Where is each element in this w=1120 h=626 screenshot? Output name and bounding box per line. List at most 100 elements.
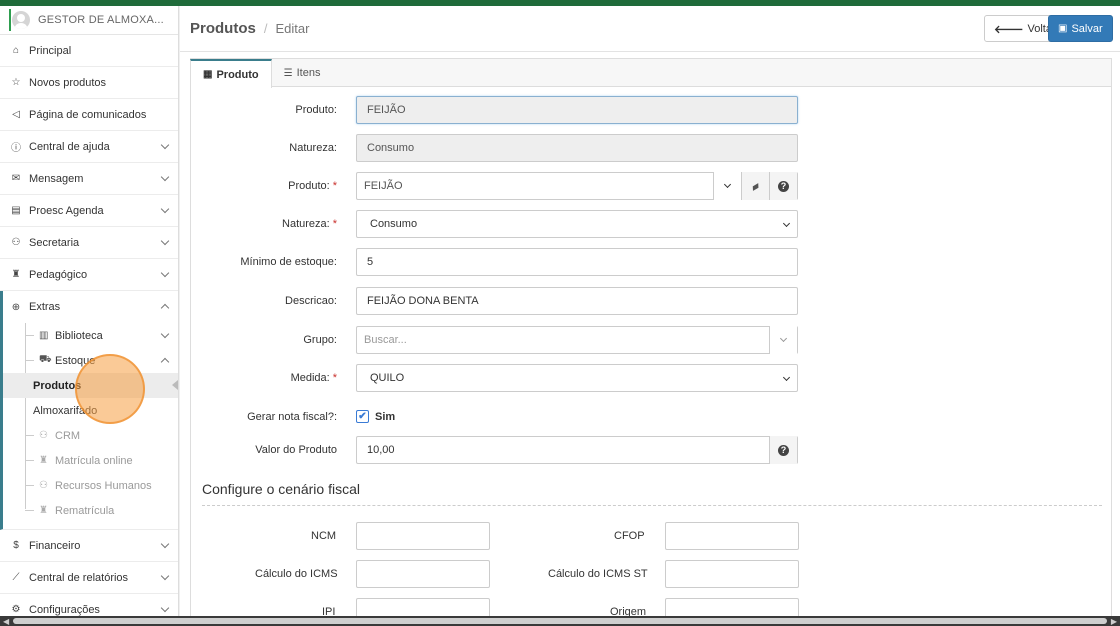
nav-relatorios[interactable]: ⟋ Central de relatórios [0,562,178,594]
nota-fiscal-checkbox[interactable]: ✔ Sim [356,410,395,423]
form-row: Descricao: FEIJÃO DONA BENTA [191,287,1113,315]
nav-almoxarifado[interactable]: Almoxarifado [3,398,178,423]
nav-label: Secretaria [29,236,80,249]
dropdown-toggle[interactable] [769,326,797,354]
nav-matricula-online[interactable]: ♜ Matrícula online [25,448,178,473]
checkmark-icon: ✔ [356,410,369,423]
horizontal-scrollbar[interactable]: ◀ ▶ [0,616,1120,626]
nav-novos-produtos[interactable]: ☆ Novos produtos [0,67,178,99]
nota-fiscal-label: Gerar nota fiscal?: [247,411,337,423]
required-mark: * [332,372,337,384]
user-profile[interactable]: GESTOR DE ALMOXA... [0,6,178,35]
nav-rematricula[interactable]: ♜ Rematrícula [25,498,178,523]
chevron-down-icon [160,571,170,581]
chevron-down-icon [782,373,791,382]
nav-extras[interactable]: ⊕ Extras [3,291,178,323]
save-button[interactable]: ▣ Salvar [1048,15,1113,42]
ncm-input[interactable] [356,522,490,550]
section-divider [202,505,1102,506]
nav-label: Central de relatórios [29,571,129,584]
agenda-icon: ▤ [11,205,21,216]
home-icon: ⌂ [12,45,20,56]
nav-comunicados[interactable]: ◁ Página de comunicados [0,99,178,131]
dropdown-toggle[interactable] [713,172,741,200]
list-icon: ☰ [283,67,293,79]
nav-label: Extras [29,301,61,313]
chart-line-icon: ⟋ [12,572,20,583]
page-title[interactable]: Produtos [190,20,256,37]
nav-recursos-humanos[interactable]: ⚇ Recursos Humanos [25,473,178,498]
nav-agenda[interactable]: ▤ Proesc Agenda [0,195,178,227]
help-button[interactable]: ? [769,172,797,200]
nav-secretaria[interactable]: ⚇ Secretaria [0,227,178,259]
field-value: Consumo [370,218,418,230]
form-row: Produto: FEIJÃO [191,96,1113,124]
nav-biblioteca[interactable]: ▥ Biblioteca [25,323,178,348]
descricao-label: Descricao: [285,295,337,307]
chevron-down-icon [160,329,170,339]
nav-configuracoes[interactable]: ⚙ Configurações [0,594,178,616]
form-row: Mínimo de estoque: 5 [191,248,1113,276]
valor-label: Valor do Produto [255,444,337,456]
required-mark: * [332,180,337,192]
natureza-select[interactable]: Consumo [356,210,798,238]
scroll-left-icon[interactable]: ◀ [3,617,9,626]
chevron-down-icon [782,219,791,228]
nav-pedagogico[interactable]: ♜ Pedagógico [0,259,178,291]
produto-ro-field[interactable]: FEIJÃO [356,96,798,124]
nav-mensagem[interactable]: ✉ Mensagem [0,163,178,195]
nav-financeiro[interactable]: $ Financeiro [0,530,178,562]
nav-estoque[interactable]: ⛟ Estoque [25,348,178,373]
natureza-ro-field[interactable]: Consumo [356,134,798,162]
icms-st-input[interactable] [665,560,799,588]
label-text: Medida: [290,372,330,384]
chevron-down-icon [160,539,170,549]
graduation-icon: ♜ [11,269,21,280]
required-mark: * [332,218,337,230]
nav-crm[interactable]: ⚇ CRM [25,423,178,448]
chevron-down-icon [160,172,170,182]
medida-select[interactable]: QUILO [356,364,798,392]
breadcrumb: Produtos / Editar [180,6,1120,52]
descricao-input[interactable]: FEIJÃO DONA BENTA [356,287,798,315]
cfop-input[interactable] [665,522,799,550]
grupo-label: Grupo: [303,334,337,346]
eraser-icon: ▰ [749,179,763,194]
graduation-icon: ♜ [39,505,48,516]
icms-st-label: Cálculo do ICMS ST [548,568,648,580]
field-value: FEIJÃO [364,180,403,192]
nav-central-ajuda[interactable]: ⓘ Central de ajuda [0,131,178,163]
nav-label: Produtos [33,379,82,392]
field-value: 10,00 [367,444,395,456]
form-row: Grupo: Buscar... [191,326,1113,354]
field-value: QUILO [370,372,405,384]
info-icon: ⓘ [11,143,21,154]
page-subtitle: Editar [275,21,310,36]
tab-itens[interactable]: ☰ Itens [272,59,333,87]
nav-principal[interactable]: ⌂ Principal [0,35,178,67]
valor-produto-input[interactable]: 10,00 ? [356,436,798,464]
scrollbar-thumb[interactable] [13,618,1107,624]
nav-label: Novos produtos [29,76,107,89]
produto-select[interactable]: FEIJÃO ▰ ? [356,172,798,200]
help-button[interactable]: ? [769,436,797,464]
minimo-estoque-input[interactable]: 5 [356,248,798,276]
user-name: GESTOR DE ALMOXA... [38,14,164,26]
graduation-icon: ♜ [39,455,48,466]
label-text: Natureza: [282,218,330,230]
icms-input[interactable] [356,560,490,588]
field-value: Consumo [367,142,415,154]
nav-label: Pedagógico [29,268,88,281]
grupo-select[interactable]: Buscar... [356,326,798,354]
chevron-up-icon [160,303,170,313]
tab-produto[interactable]: ▦ Produto [190,59,272,88]
clear-button[interactable]: ▰ [741,172,769,200]
form-row: Valor do Produto 10,00 ? [191,436,1113,464]
chevron-down-icon [160,204,170,214]
field-placeholder: Buscar... [364,334,407,346]
scroll-right-icon[interactable]: ▶ [1111,617,1117,626]
label-text: Produto: [288,180,330,192]
form-row: Natureza: Consumo [191,134,1113,162]
nav-produtos[interactable]: Produtos [3,373,178,398]
chevron-down-icon [160,268,170,278]
